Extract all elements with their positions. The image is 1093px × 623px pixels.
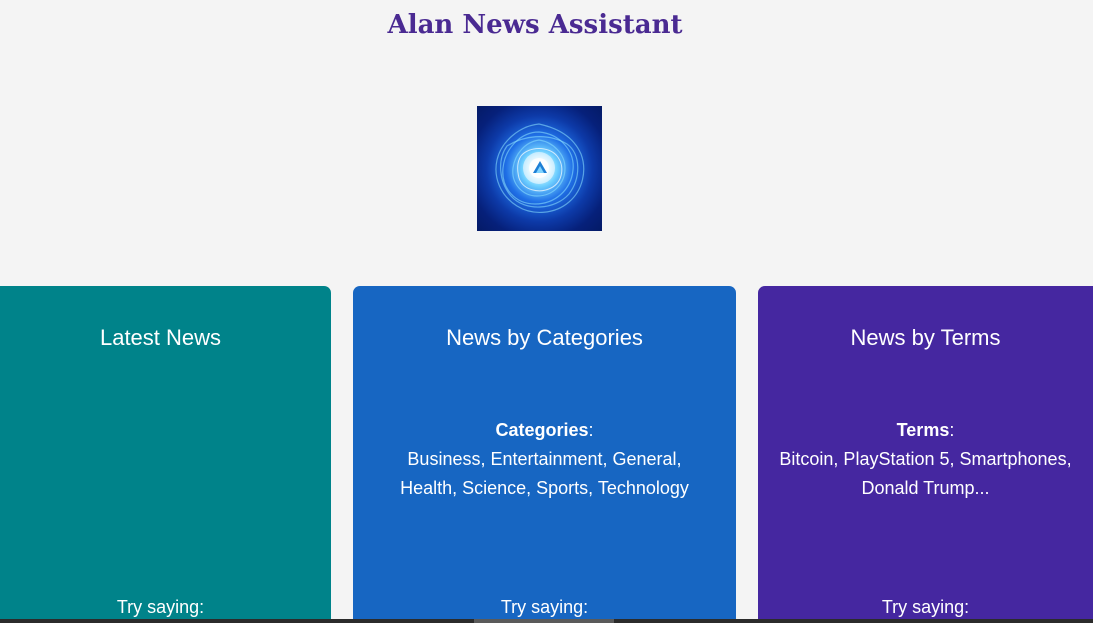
card-body: Terms: Bitcoin, PlayStation 5, Smartphon…	[758, 416, 1093, 503]
try-saying-label: Try saying:	[881, 597, 970, 617]
terms-label: Terms	[896, 420, 950, 440]
categories-label-line: Categories:	[495, 420, 594, 440]
card-body: Categories: Business, Entertainment, Gen…	[353, 416, 736, 503]
alan-orb-graphic	[495, 123, 585, 213]
card-news-by-categories[interactable]: News by Categories Categories: Business,…	[353, 286, 736, 623]
categories-list-line-1: Business, Entertainment, General,	[407, 449, 682, 469]
try-saying-label: Try saying:	[116, 597, 205, 617]
card-title: News by Terms	[850, 325, 1001, 350]
terms-label-line: Terms:	[896, 420, 955, 440]
card-title: Latest News	[99, 325, 222, 350]
scrollbar-thumb[interactable]	[474, 619, 614, 623]
page: Alan News Assistant Latest News Try sayi…	[0, 0, 1093, 623]
card-latest-news[interactable]: Latest News Try saying:	[0, 286, 331, 623]
try-saying-label: Try saying:	[500, 597, 589, 617]
page-title: Alan News Assistant	[387, 10, 683, 40]
categories-list-line-2: Health, Science, Sports, Technology	[400, 478, 689, 498]
card-title: News by Categories	[446, 325, 643, 350]
card-news-by-terms[interactable]: News by Terms Terms: Bitcoin, PlayStatio…	[758, 286, 1093, 623]
horizontal-scrollbar[interactable]	[0, 619, 1093, 623]
categories-label: Categories	[495, 420, 589, 440]
alan-logo-icon	[477, 106, 602, 231]
terms-list-line-1: Bitcoin, PlayStation 5, Smartphones,	[779, 449, 1072, 469]
terms-list-line-2: Donald Trump...	[861, 478, 990, 498]
